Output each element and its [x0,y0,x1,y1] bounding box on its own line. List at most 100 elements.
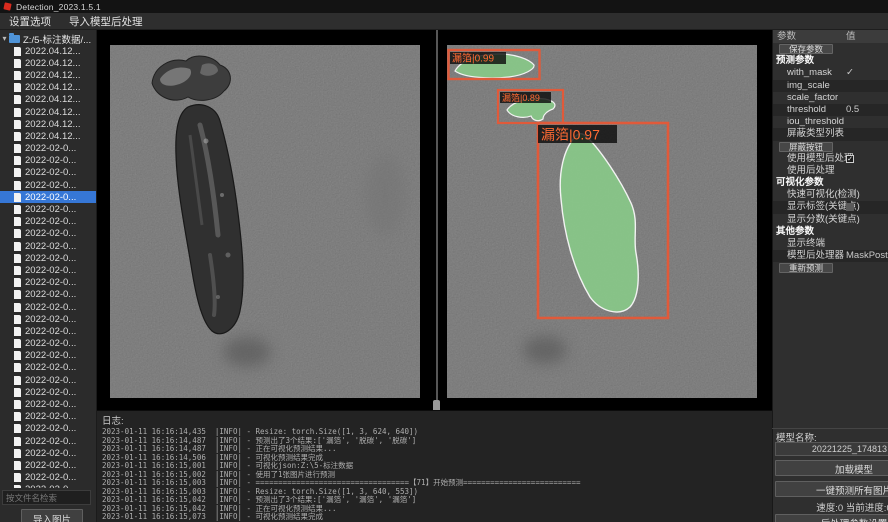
tree-item-label: 2022-02-0... [25,180,76,191]
tree-item[interactable]: 2022-02-0... [0,313,96,325]
param-row[interactable]: 屏蔽按钮 [773,141,888,153]
tree-item[interactable]: 2022.04.12... [0,106,96,118]
param-value: ✓ [846,67,854,79]
file-icon [14,339,21,348]
tree-item[interactable]: 2022.04.12... [0,57,96,69]
param-row[interactable]: scale_factor [773,92,888,104]
file-tree[interactable]: ▾ Z:/5-标注数据/... 2022.04.12...2022.04.12.… [0,32,96,488]
param-row[interactable]: img_scale [773,80,888,92]
file-icon [14,351,21,360]
tree-item-label: 2022-02-0... [25,387,76,398]
file-icon [14,461,21,470]
param-row[interactable]: 显示终端 [773,238,888,250]
tree-item[interactable]: 2022-02-0... [0,203,96,215]
original-image-canvas[interactable] [110,45,420,398]
tree-item[interactable]: 2022-02-0... [0,264,96,276]
param-row[interactable]: with_mask✓ [773,67,888,79]
param-row[interactable]: threshold0.5 [773,104,888,116]
file-icon [14,47,21,56]
param-row[interactable]: 模型后处理器MaskPostPro [773,250,888,262]
tree-item[interactable]: 2022.04.12... [0,130,96,142]
tree-item[interactable]: 2022-02-0... [0,386,96,398]
tree-item-label: 2022-02-0... [25,192,76,203]
tree-item[interactable]: 2022.04.12... [0,45,96,57]
param-value: 0.5 [846,104,859,116]
tree-item[interactable]: 2022-02-0... [0,216,96,228]
tree-item[interactable]: 2022-02-0... [0,252,96,264]
predict-all-button[interactable]: 一键预测所有图片 [775,481,888,497]
param-label: 模型后处理器 [787,250,844,262]
tree-item[interactable]: 2022-02-0... [0,155,96,167]
tree-item[interactable]: 2022.04.12... [0,69,96,81]
tree-item[interactable]: 2022-02-0... [0,240,96,252]
tree-item[interactable]: 2022-02-0... [0,143,96,155]
param-button[interactable]: 屏蔽按钮 [779,142,833,152]
file-icon [14,229,21,238]
tree-item[interactable]: 2022-02-0... [0,411,96,423]
tree-item[interactable]: 2022.04.12... [0,82,96,94]
postprocess-settings-button[interactable]: 后处理参数设置 [775,514,888,522]
param-label: 使用模型后处理 [787,153,854,165]
folder-icon [9,35,20,43]
checkbox[interactable]: ✓ [846,155,854,163]
tree-item[interactable]: 2022.04.12... [0,94,96,106]
import-images-button[interactable]: 导入图片 [21,509,83,522]
menu-settings[interactable]: 设置选项 [9,14,51,29]
tree-item-label: 2022.04.12... [25,131,80,142]
param-row[interactable]: iou_threshold [773,116,888,128]
file-icon [14,473,21,482]
file-icon [14,424,21,433]
tree-item-label: 2022-02-0... [25,314,76,325]
param-button[interactable]: 保存参数 [779,44,833,54]
param-row[interactable]: 保存参数 [773,43,888,55]
tree-item[interactable]: 2022-02-0... [0,179,96,191]
tree-item[interactable]: 2022-02-0... [0,423,96,435]
search-input[interactable] [2,490,91,505]
tree-item[interactable]: 2022-02-0... [0,289,96,301]
file-icon [14,412,21,421]
param-row[interactable]: 显示标签(关键点) [773,201,888,213]
tree-root-row[interactable]: ▾ Z:/5-标注数据/... [0,32,96,45]
tree-item[interactable]: 2022-02-0... [0,484,96,488]
tree-item[interactable]: 2022-02-0... [0,398,96,410]
param-label: 显示终端 [787,238,825,250]
load-model-button[interactable]: 加载模型 [775,460,888,476]
tree-item[interactable]: 2022-02-0... [0,350,96,362]
tree-item[interactable]: 2022-02-0... [0,325,96,337]
chevron-down-icon[interactable]: ▾ [0,34,9,43]
tree-item[interactable]: 2022-02-0... [0,435,96,447]
param-row[interactable]: 使用后处理 [773,165,888,177]
tree-item-label: 2022-02-0... [25,338,76,349]
tree-item[interactable]: 2022-02-0... [0,228,96,240]
tree-item[interactable]: 2022-02-0... [0,447,96,459]
param-button[interactable]: 重新预测 [779,263,833,273]
param-row[interactable]: 重新预测 [773,262,888,274]
tree-item[interactable]: 2022-02-0... [0,277,96,289]
file-icon [14,303,21,312]
file-icon [14,59,21,68]
param-label: 屏蔽类型列表 [787,128,844,140]
menu-import-postprocess[interactable]: 导入模型后处理 [69,14,143,29]
param-row[interactable]: 屏蔽类型列表 [773,128,888,140]
tree-item[interactable]: 2022-02-0... [0,167,96,179]
model-name-field[interactable]: 20221225_174813 [775,442,888,456]
file-icon [14,449,21,458]
tree-item[interactable]: 2022-02-0... [0,191,96,203]
tree-item[interactable]: 2022-02-0... [0,301,96,313]
tree-item[interactable]: 2022-02-0... [0,459,96,471]
checkbox[interactable] [846,203,854,211]
tree-item[interactable]: 2022-02-0... [0,338,96,350]
param-row[interactable]: 使用模型后处理✓ [773,153,888,165]
param-row[interactable]: 快速可视化(检测) [773,189,888,201]
tree-item[interactable]: 2022-02-0... [0,374,96,386]
tree-item[interactable]: 2022-02-0... [0,472,96,484]
image-splitter[interactable] [436,30,438,410]
param-row: 可视化参数 [773,177,888,189]
log-content[interactable]: 2023-01-11 16:16:14,435 |INFO| - Resize:… [97,428,772,522]
param-label: img_scale [787,80,830,92]
prediction-image-canvas[interactable]: 漏箔|0.99 漏箔|0.89 漏箔|0.97 [447,45,757,398]
tree-item[interactable]: 2022-02-0... [0,362,96,374]
tree-item-label: 2022-02-0... [25,460,76,471]
tree-item[interactable]: 2022.04.12... [0,118,96,130]
param-row[interactable]: 显示分数(关键点) [773,214,888,226]
